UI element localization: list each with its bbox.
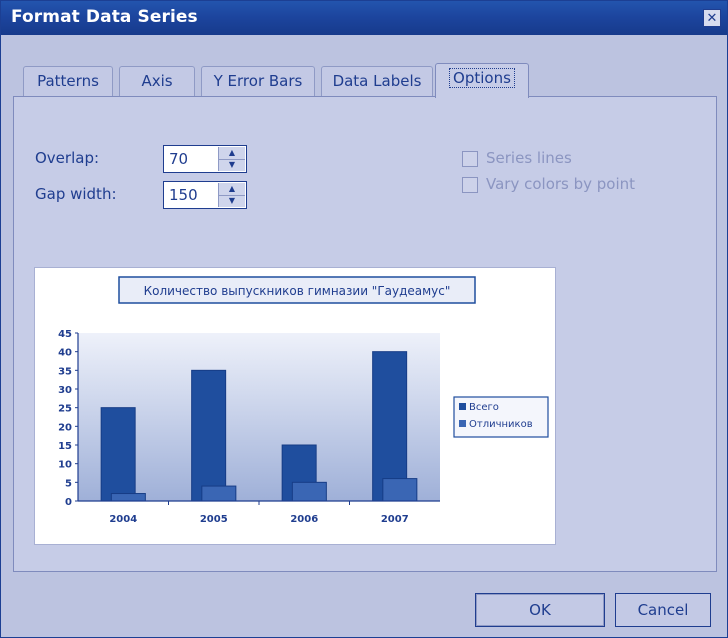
bar-otlichnikov-2006	[291, 481, 327, 502]
dialog-title: Format Data Series	[11, 7, 198, 27]
spin-down-icon[interactable]: ▼	[219, 195, 245, 207]
legend-label: Всего	[469, 402, 499, 413]
y-tick-label: 20	[58, 422, 72, 433]
tab-y-error-bars[interactable]: Y Error Bars	[201, 66, 315, 96]
overlap-spin-buttons: ▲ ▼	[218, 147, 245, 171]
format-data-series-dialog: Format Data Series ✕ Patterns Axis Y Err…	[0, 0, 728, 638]
tab-label: Patterns	[37, 72, 99, 90]
legend-label: Отличников	[469, 419, 533, 430]
bar-otlichnikov-2007	[382, 478, 418, 502]
legend-swatch	[459, 403, 466, 410]
y-tick-label: 5	[65, 478, 72, 489]
y-tick-label: 0	[65, 497, 72, 508]
y-tick-label: 45	[58, 329, 72, 340]
vary-colors-label: Vary colors by point	[486, 175, 636, 193]
cancel-button[interactable]: Cancel	[615, 593, 711, 627]
tab-label: Axis	[141, 72, 173, 90]
close-icon[interactable]: ✕	[703, 9, 721, 27]
overlap-label: Overlap:	[35, 149, 100, 167]
tab-options[interactable]: Options	[435, 63, 529, 98]
chart-title: Количество выпускников гимназии "Гаудеам…	[144, 284, 451, 298]
series-lines-label: Series lines	[486, 149, 572, 167]
y-tick-label: 10	[58, 460, 72, 471]
x-tick-label: 2004	[109, 514, 137, 525]
series-lines-checkbox[interactable]	[462, 151, 478, 167]
y-tick-label: 15	[58, 441, 72, 452]
bar-otlichnikov-2005	[201, 485, 237, 502]
tab-label: Y Error Bars	[213, 72, 303, 90]
title-bar[interactable]: Format Data Series ✕	[1, 1, 727, 35]
chart-svg: Количество выпускников гимназии "Гаудеам…	[58, 276, 549, 525]
tab-label: Options	[449, 68, 515, 88]
overlap-value[interactable]: 70	[169, 150, 188, 168]
x-tick-label: 2007	[381, 514, 409, 525]
vary-colors-checkbox[interactable]	[462, 177, 478, 193]
legend-swatch	[459, 420, 466, 427]
bar-vsego-2005	[191, 369, 227, 502]
tab-data-labels[interactable]: Data Labels	[321, 66, 433, 96]
x-tick-label: 2006	[290, 514, 318, 525]
gap-width-value[interactable]: 150	[169, 186, 198, 204]
y-tick-label: 40	[58, 348, 72, 359]
options-panel: Overlap: 70 ▲ ▼ Gap width: 150 ▲ ▼ Serie…	[13, 96, 717, 572]
gap-width-label: Gap width:	[35, 185, 117, 203]
tab-patterns[interactable]: Patterns	[23, 66, 113, 96]
gap-width-spinner[interactable]: 150 ▲ ▼	[163, 181, 247, 209]
ok-button[interactable]: OK	[475, 593, 605, 627]
tab-label: Data Labels	[332, 72, 422, 90]
y-axis: 0 5 10 15 20 25 30 35 40 45	[58, 329, 79, 508]
x-axis: 2004 2005 2006 2007	[78, 500, 440, 525]
y-tick-label: 35	[58, 366, 72, 377]
y-tick-label: 25	[58, 404, 72, 415]
y-tick-label: 30	[58, 385, 72, 396]
bar-otlichnikov-2004	[110, 493, 146, 502]
overlap-spinner[interactable]: 70 ▲ ▼	[163, 145, 247, 173]
chart-legend: Всего Отличников	[453, 396, 549, 438]
gap-width-spin-buttons: ▲ ▼	[218, 183, 245, 207]
tab-axis[interactable]: Axis	[119, 66, 195, 96]
spin-down-icon[interactable]: ▼	[219, 159, 245, 171]
chart-preview: Количество выпускников гимназии "Гаудеам…	[34, 267, 556, 545]
bar-vsego-2004	[100, 407, 136, 502]
x-tick-label: 2005	[200, 514, 228, 525]
